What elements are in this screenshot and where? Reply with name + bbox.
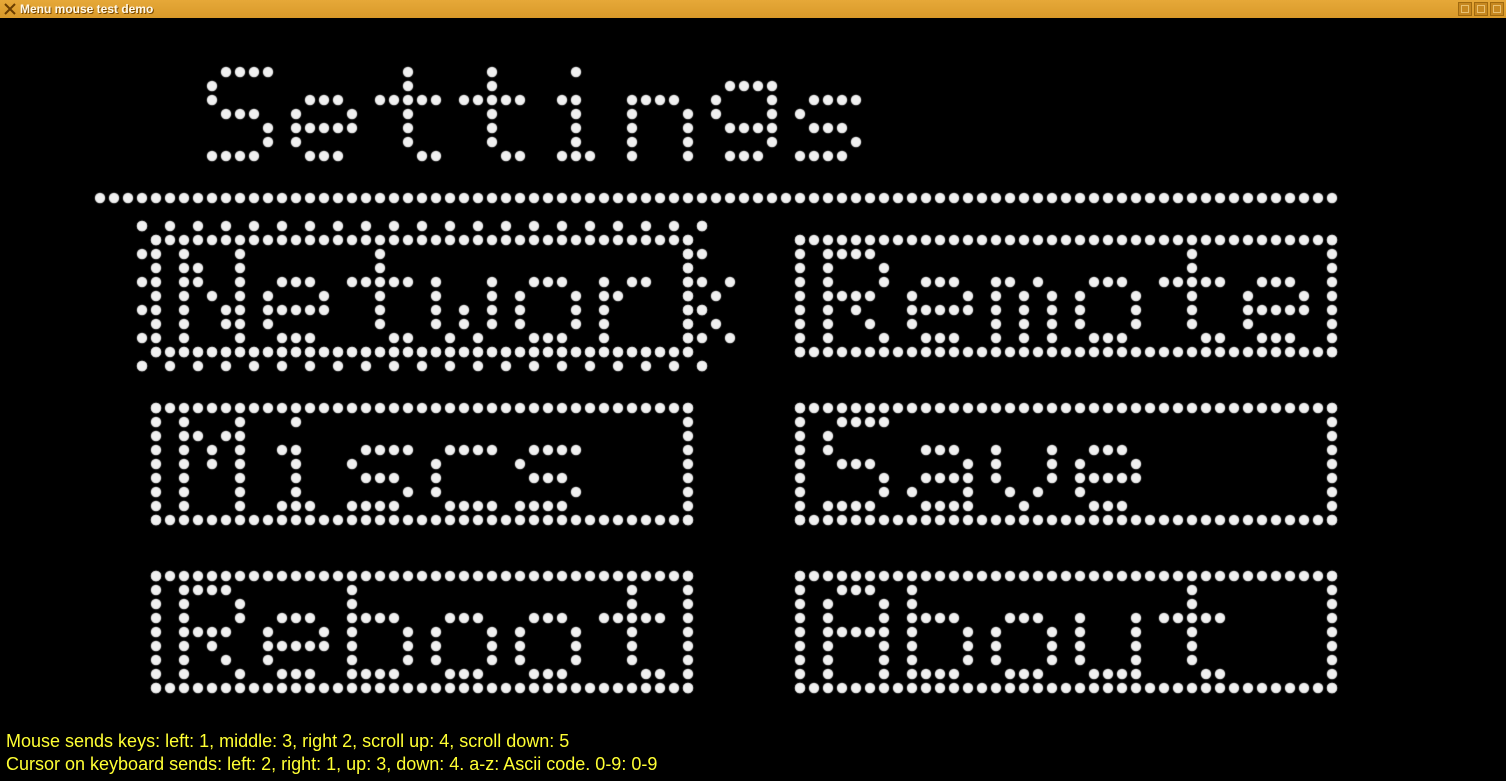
- content-area: Mouse sends keys: left: 1, middle: 3, ri…: [0, 18, 1506, 781]
- menu-item-miscs[interactable]: [151, 403, 693, 525]
- status-text: Mouse sends keys: left: 1, middle: 3, ri…: [6, 730, 657, 775]
- app-window: Menu mouse test demo Mouse sends keys: l…: [0, 0, 1506, 781]
- menu-item-network[interactable]: [151, 235, 693, 357]
- window-title: Menu mouse test demo: [20, 2, 153, 16]
- status-line-2: Cursor on keyboard sends: left: 2, right…: [6, 753, 657, 776]
- minimize-button[interactable]: [1458, 2, 1472, 16]
- menu-item-remote[interactable]: [795, 235, 1337, 357]
- titlebar: Menu mouse test demo: [0, 0, 1506, 18]
- app-x-icon: [4, 3, 16, 15]
- status-line-1: Mouse sends keys: left: 1, middle: 3, ri…: [6, 730, 657, 753]
- close-button[interactable]: [1490, 2, 1504, 16]
- menu-item-save[interactable]: [795, 403, 1337, 525]
- menu-item-reboot[interactable]: [151, 571, 693, 693]
- window-controls: [1458, 2, 1504, 16]
- maximize-button[interactable]: [1474, 2, 1488, 16]
- menu-item-about[interactable]: [795, 571, 1337, 693]
